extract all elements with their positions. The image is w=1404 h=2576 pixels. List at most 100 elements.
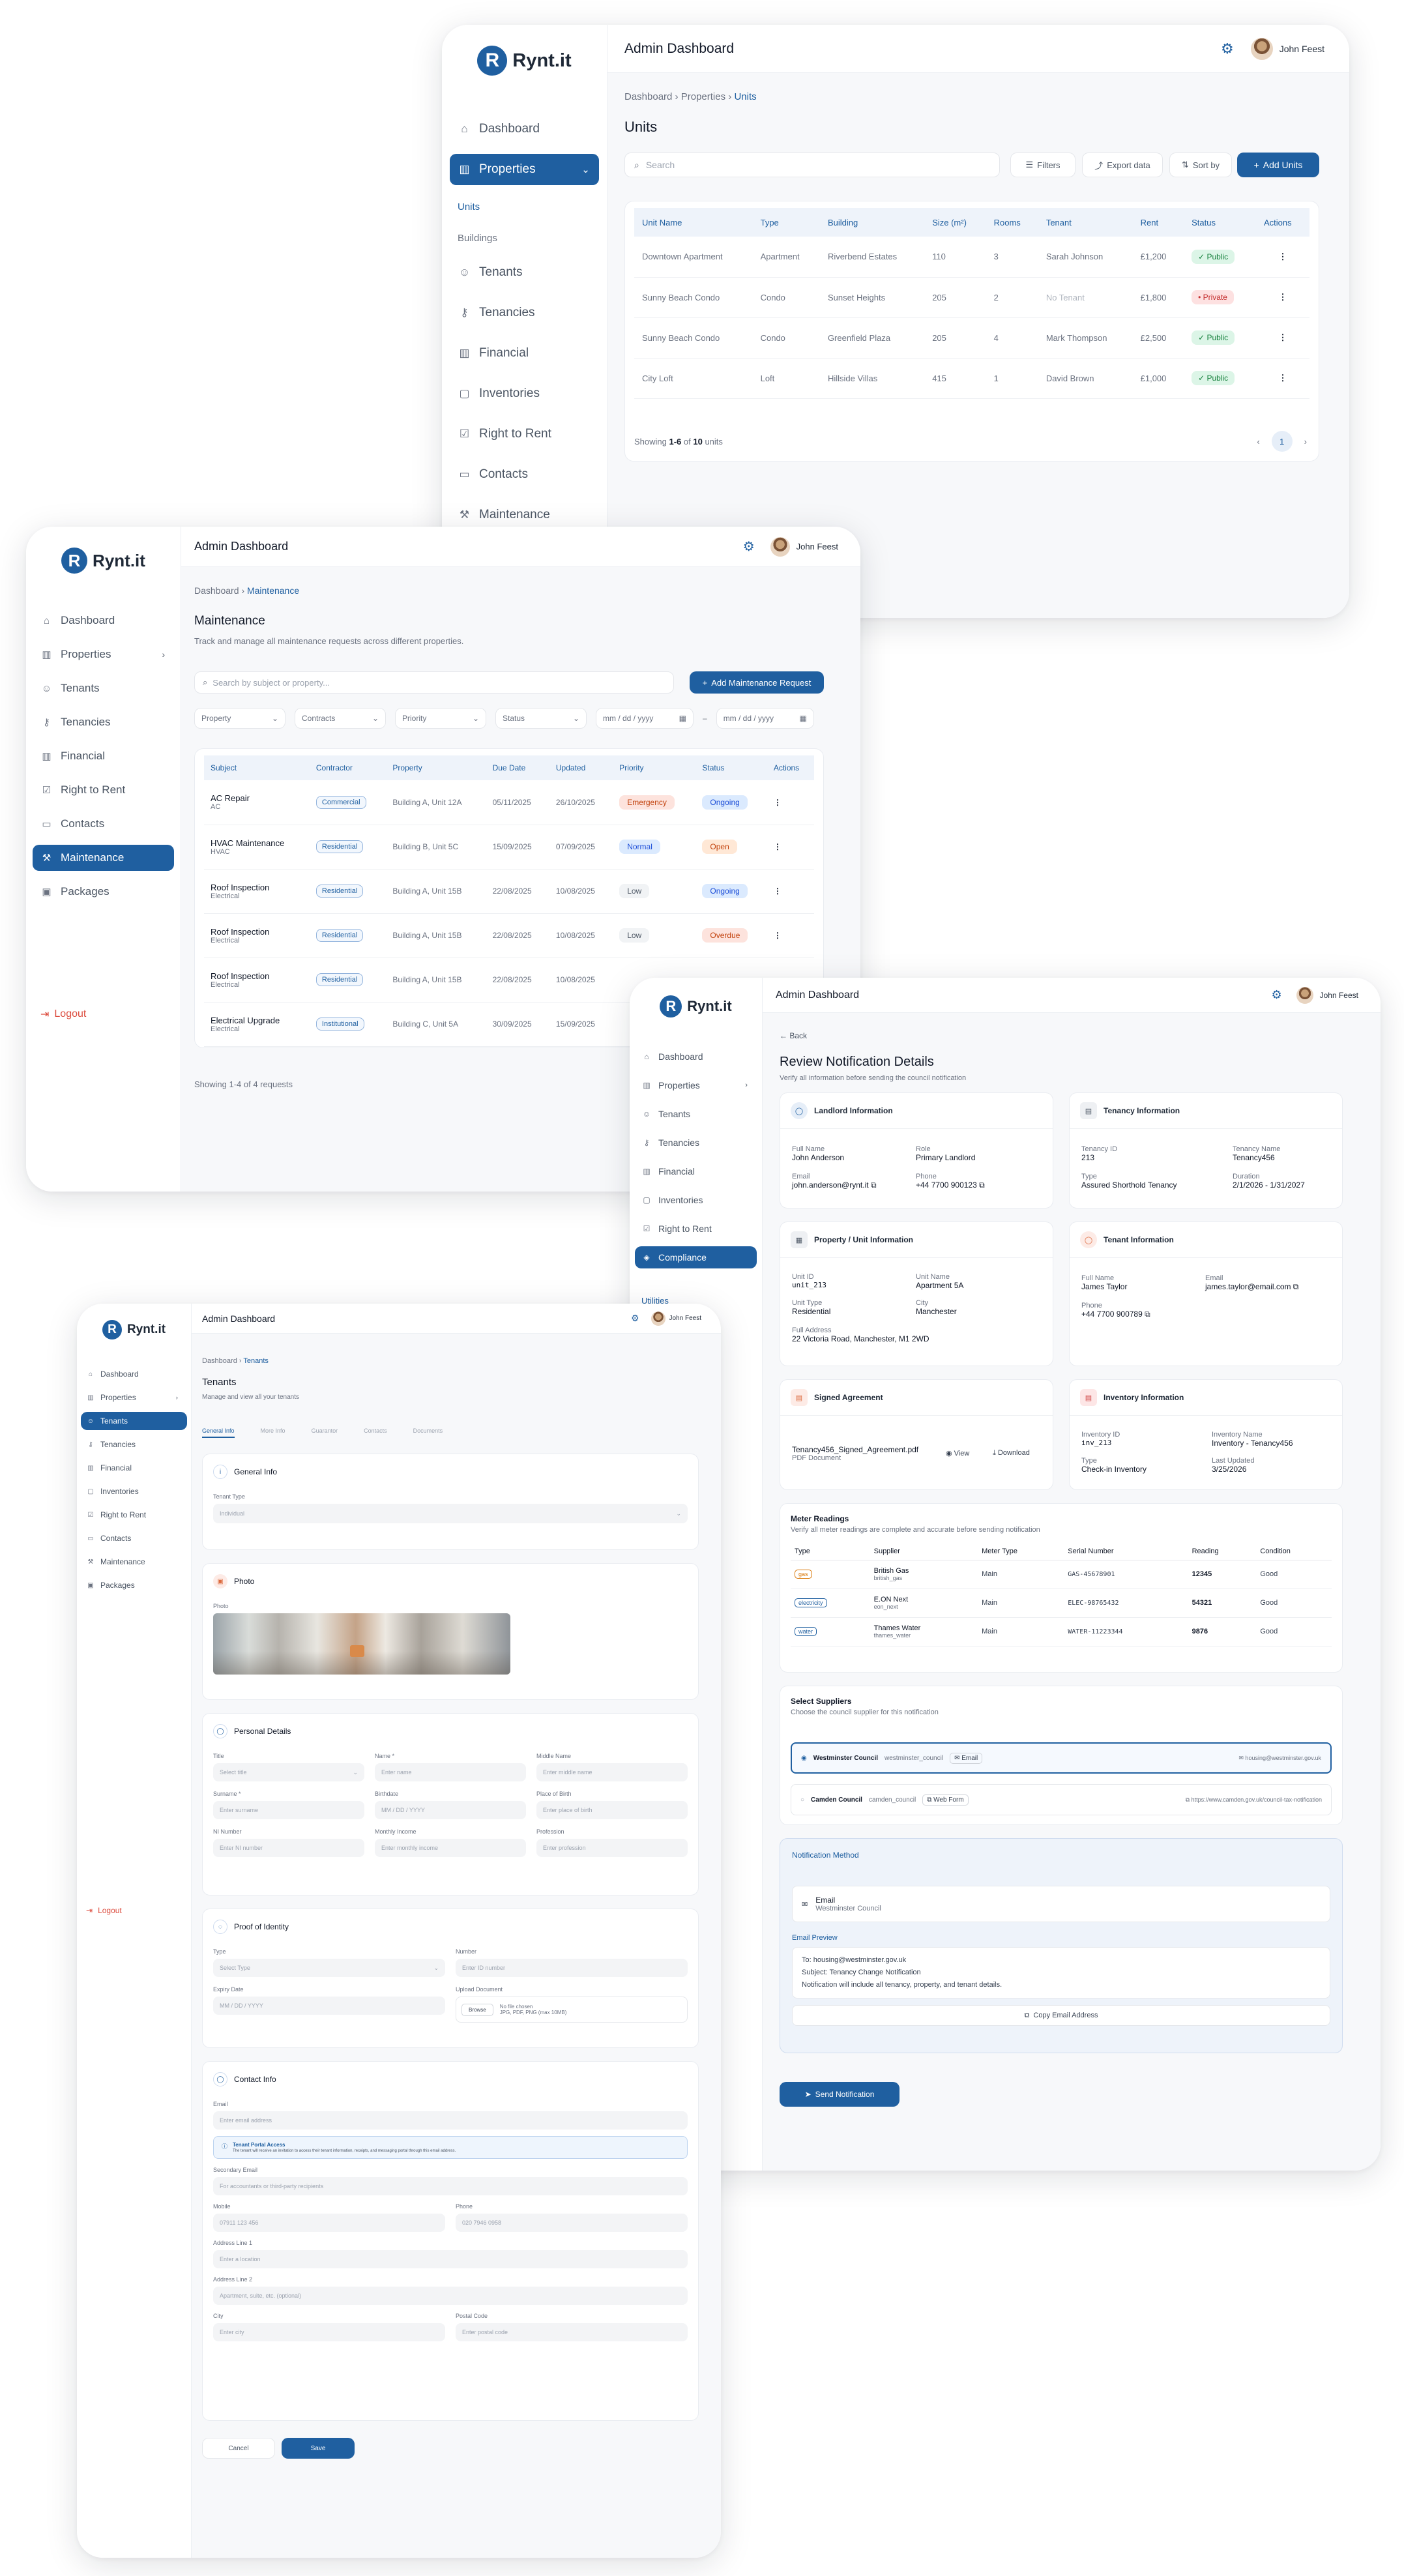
- middle-name-input[interactable]: Enter middle name: [536, 1763, 688, 1781]
- sidebar-item-inventories[interactable]: ▢ Inventories: [635, 1189, 757, 1211]
- crumb-dashboard[interactable]: Dashboard: [194, 585, 239, 596]
- gear-icon[interactable]: ⚙: [743, 538, 755, 555]
- browse-button[interactable]: Browse: [461, 2003, 493, 2016]
- more-icon[interactable]: ⋮: [1278, 373, 1287, 383]
- logout-button[interactable]: ⇥ Logout: [40, 1008, 86, 1021]
- more-icon[interactable]: ⋮: [774, 842, 782, 851]
- sidebar-item-tenancies[interactable]: ⚷ Tenancies: [33, 709, 174, 735]
- filters-button[interactable]: ☰ Filters: [1010, 153, 1075, 177]
- cancel-button[interactable]: Cancel: [202, 2438, 275, 2459]
- table-row[interactable]: Sunny Beach Condo Condo Greenfield Plaza 20…: [634, 317, 1309, 359]
- sidebar-item-tenants[interactable]: ☺ Tenants: [450, 257, 599, 288]
- page-button[interactable]: 1: [1271, 431, 1293, 452]
- save-button[interactable]: Save: [282, 2438, 355, 2459]
- gear-icon[interactable]: ⚙: [631, 1313, 639, 1324]
- copy-icon[interactable]: ⧉: [1145, 1310, 1150, 1319]
- radio-icon[interactable]: ○: [800, 1796, 804, 1804]
- birthdate-input[interactable]: MM / DD / YYYY: [375, 1801, 526, 1819]
- sidebar-item-tenancies[interactable]: ⚷ Tenancies: [450, 297, 599, 329]
- sidebar-subitem-buildings[interactable]: Buildings: [450, 226, 599, 250]
- sidebar-item-financial[interactable]: ▥ Financial: [33, 743, 174, 769]
- add-maintenance-button[interactable]: + Add Maintenance Request: [690, 671, 824, 694]
- copy-icon[interactable]: ⧉: [1293, 1282, 1299, 1291]
- sidebar-item-packages[interactable]: ▣ Packages: [33, 879, 174, 905]
- address-line-2-input[interactable]: Apartment, suite, etc. (optional): [213, 2287, 688, 2305]
- id-number-input[interactable]: Enter ID number: [456, 1959, 688, 1977]
- filter-priority[interactable]: Priority ⌄: [395, 708, 486, 729]
- supplier-option[interactable]: ○ Camden Council camden_council ⧉ Web Form ⧉…: [791, 1784, 1332, 1815]
- crumb-dashboard[interactable]: Dashboard: [202, 1357, 237, 1365]
- monthly-income-input[interactable]: Enter monthly income: [375, 1839, 526, 1857]
- sidebar-item-dashboard[interactable]: ⌂ Dashboard: [635, 1046, 757, 1068]
- radio-selected-icon[interactable]: ◉: [801, 1755, 807, 1762]
- user-menu[interactable]: ⚙ John Feest: [1271, 986, 1358, 1004]
- more-icon[interactable]: ⋮: [1278, 332, 1287, 342]
- search-input[interactable]: ⌕ Search by subject or property...: [194, 671, 674, 694]
- tab-general-info[interactable]: General Info: [202, 1427, 235, 1438]
- table-row[interactable]: Sunny Beach Condo Condo Sunset Heights 205 2…: [634, 277, 1309, 318]
- prev-page-icon[interactable]: ‹: [1257, 437, 1259, 446]
- gear-icon[interactable]: ⚙: [1271, 988, 1281, 1002]
- sidebar-item-dashboard[interactable]: ⌂ Dashboard: [33, 607, 174, 634]
- next-page-icon[interactable]: ›: [1304, 437, 1307, 446]
- copy-icon[interactable]: ⧉: [871, 1180, 877, 1190]
- sidebar-item-right-to-rent[interactable]: ☑ Right to Rent: [635, 1218, 757, 1240]
- address-line-1-input[interactable]: Enter a location: [213, 2250, 688, 2268]
- secondary-email-input[interactable]: For accountants or third-party recipient…: [213, 2177, 688, 2195]
- sidebar-item-contacts[interactable]: ▭ Contacts: [33, 811, 174, 837]
- logout-button[interactable]: ⇥ Logout: [86, 1906, 122, 1915]
- phone-input[interactable]: 020 7946 0958: [456, 2214, 688, 2232]
- more-icon[interactable]: ⋮: [774, 931, 782, 940]
- sidebar-item-tenants[interactable]: ☺ Tenants: [33, 675, 174, 701]
- gear-icon[interactable]: ⚙: [1221, 40, 1234, 57]
- search-input[interactable]: ⌕ Search: [624, 153, 1000, 177]
- sidebar-item-properties[interactable]: ▥ Properties ›: [635, 1074, 757, 1096]
- profession-input[interactable]: Enter profession: [536, 1839, 688, 1857]
- crumb-properties[interactable]: Properties: [681, 91, 725, 102]
- export-button[interactable]: ⤴ Export data: [1082, 153, 1163, 177]
- more-icon[interactable]: ⋮: [774, 798, 782, 807]
- postal-code-input[interactable]: Enter postal code: [456, 2323, 688, 2341]
- more-icon[interactable]: ⋮: [1278, 252, 1287, 261]
- tab-documents[interactable]: Documents: [413, 1427, 443, 1438]
- table-row[interactable]: City Loft Loft Hillside Villas 415 1 David Br…: [634, 358, 1309, 399]
- upload-document-field[interactable]: Browse No file chosen JPG, PDF, PNG (max …: [456, 1997, 688, 2023]
- sidebar-item-tenancies[interactable]: ⚷ Tenancies: [635, 1132, 757, 1154]
- filter-status[interactable]: Status ⌄: [495, 708, 587, 729]
- surname-input[interactable]: Enter surname: [213, 1801, 364, 1819]
- tenant-type-select[interactable]: Individual ⌄: [213, 1504, 688, 1523]
- sidebar-item-contacts[interactable]: ▭ Contacts: [81, 1529, 187, 1547]
- user-menu[interactable]: ⚙ John Feest: [1221, 37, 1324, 60]
- sidebar-item-properties[interactable]: ▥ Properties ⌄: [450, 154, 599, 185]
- more-icon[interactable]: ⋮: [774, 886, 782, 896]
- user-menu[interactable]: ⚙ John Feest: [743, 536, 838, 557]
- sidebar-item-right-to-rent[interactable]: ☑ Right to Rent: [450, 418, 599, 450]
- supplier-option[interactable]: ◉ Westminster Council westminster_council ✉…: [791, 1742, 1332, 1774]
- table-row[interactable]: Downtown Apartment Apartment Riverbend Est…: [634, 237, 1309, 278]
- back-link[interactable]: ← Back: [780, 1031, 807, 1040]
- ni-number-input[interactable]: Enter NI number: [213, 1839, 364, 1857]
- sort-button[interactable]: ⇅ Sort by: [1169, 153, 1232, 177]
- date-from-input[interactable]: mm / dd / yyyy ▦: [596, 708, 694, 729]
- sidebar-item-inventories[interactable]: ▢ Inventories: [450, 378, 599, 409]
- sidebar-subitem-units[interactable]: Units: [450, 194, 599, 219]
- sidebar-item-compliance[interactable]: ◈ Compliance: [635, 1246, 757, 1268]
- name-input[interactable]: Enter name: [375, 1763, 526, 1781]
- table-row[interactable]: Roof Inspection Electrical Residential Buil…: [204, 869, 814, 914]
- sidebar-item-contacts[interactable]: ▭ Contacts: [450, 459, 599, 490]
- filter-property[interactable]: Property ⌄: [194, 708, 285, 729]
- copy-email-button[interactable]: ⧉ Copy Email Address: [792, 2005, 1330, 2026]
- method-email-option[interactable]: ✉ Email Westminster Council: [792, 1886, 1330, 1922]
- sidebar-item-properties[interactable]: ▥ Properties ›: [33, 641, 174, 667]
- sidebar-item-maintenance[interactable]: ⚒ Maintenance: [33, 845, 174, 871]
- sidebar-item-right-to-rent[interactable]: ☑ Right to Rent: [81, 1506, 187, 1524]
- sidebar-item-packages[interactable]: ▣ Packages: [81, 1576, 187, 1594]
- sidebar-item-tenants[interactable]: ☺ Tenants: [635, 1103, 757, 1125]
- sidebar-item-maintenance[interactable]: ⚒ Maintenance: [450, 499, 599, 531]
- user-menu[interactable]: ⚙ John Feest: [631, 1311, 701, 1326]
- table-row[interactable]: Roof Inspection Electrical Residential Buil…: [204, 913, 814, 958]
- crumb-dashboard[interactable]: Dashboard: [624, 91, 672, 102]
- date-to-input[interactable]: mm / dd / yyyy ▦: [716, 708, 814, 729]
- tenant-photo[interactable]: [213, 1613, 510, 1675]
- tab-more-info[interactable]: More Info: [261, 1427, 285, 1438]
